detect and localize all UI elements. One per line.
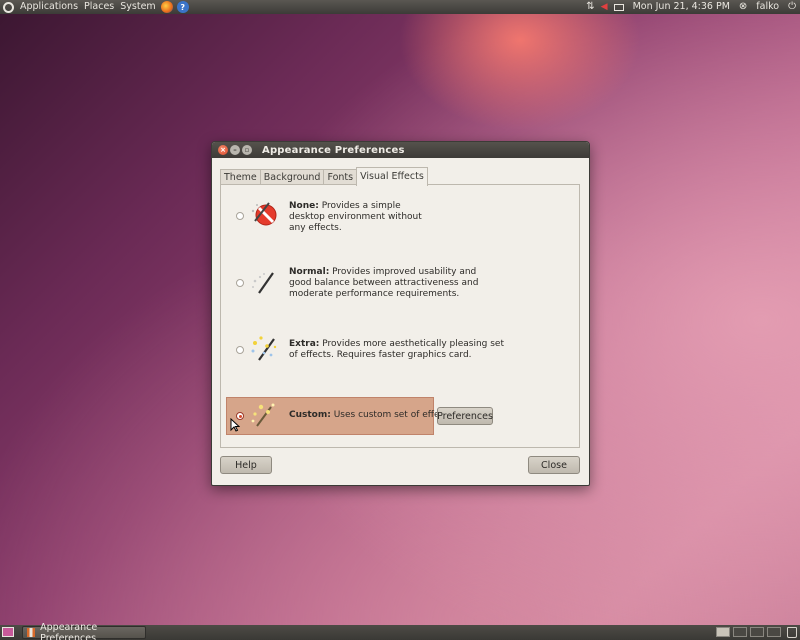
- option-custom-text: Custom: Uses custom set of effects.: [289, 410, 456, 420]
- taskbar-label: Appearance Preferences: [40, 621, 98, 640]
- menu-system[interactable]: System: [117, 0, 158, 14]
- taskbar-appearance-preferences[interactable]: Appearance Preferences: [22, 622, 146, 640]
- help-icon[interactable]: ?: [176, 1, 189, 13]
- workspace-2[interactable]: [733, 627, 747, 637]
- radio-none[interactable]: [236, 212, 244, 220]
- normal-effects-icon: [252, 272, 274, 294]
- close-button[interactable]: Close: [528, 456, 580, 474]
- visual-effects-panel: None: Provides a simple desktop environm…: [220, 184, 580, 448]
- titlebar[interactable]: × – ▫ Appearance Preferences: [212, 142, 589, 158]
- top-panel: Applications Places System ? ⇅ ◀ Mon Jun…: [0, 0, 800, 14]
- extra-effects-icon: [251, 336, 277, 361]
- network-icon[interactable]: ⇅: [586, 0, 594, 14]
- clock[interactable]: Mon Jun 21, 4:36 PM: [630, 0, 733, 14]
- appearance-app-icon: [27, 628, 36, 637]
- show-desktop-icon[interactable]: [2, 627, 14, 637]
- help-button[interactable]: Help: [220, 456, 272, 474]
- power-icon[interactable]: ⏻: [788, 0, 796, 14]
- effects-preferences-button[interactable]: Preferences: [437, 407, 493, 425]
- custom-effects-icon: [251, 403, 275, 427]
- user-name[interactable]: falko: [753, 0, 782, 14]
- radio-extra[interactable]: [236, 346, 244, 354]
- tab-visual-effects[interactable]: Visual Effects: [356, 167, 428, 186]
- firefox-icon[interactable]: [160, 1, 173, 13]
- option-none-text: None: Provides a simple desktop environm…: [289, 201, 422, 233]
- volume-icon[interactable]: ◀: [601, 2, 608, 12]
- menu-places[interactable]: Places: [81, 0, 117, 14]
- user-status-icon[interactable]: ⊗: [739, 0, 747, 14]
- trash-icon[interactable]: [787, 627, 797, 638]
- mouse-pointer-icon: [230, 418, 240, 432]
- mail-icon[interactable]: [613, 3, 624, 11]
- bottom-panel: Appearance Preferences: [0, 622, 800, 640]
- maximize-window-icon[interactable]: ▫: [242, 145, 252, 155]
- workspace-3[interactable]: [750, 627, 764, 637]
- workspace-1[interactable]: [716, 627, 730, 637]
- workspace-4[interactable]: [767, 627, 781, 637]
- option-extra-text: Extra: Provides more aesthetically pleas…: [289, 339, 504, 360]
- window-title: Appearance Preferences: [262, 144, 405, 156]
- appearance-preferences-dialog: × – ▫ Appearance Preferences Theme Backg…: [211, 141, 590, 486]
- no-effects-icon: [251, 202, 277, 226]
- minimize-window-icon[interactable]: –: [230, 145, 240, 155]
- menu-applications[interactable]: Applications: [17, 0, 81, 14]
- radio-normal[interactable]: [236, 279, 244, 287]
- close-window-icon[interactable]: ×: [218, 145, 228, 155]
- ubuntu-logo-icon[interactable]: [3, 1, 14, 13]
- option-normal-text: Normal: Provides improved usability and …: [289, 267, 479, 299]
